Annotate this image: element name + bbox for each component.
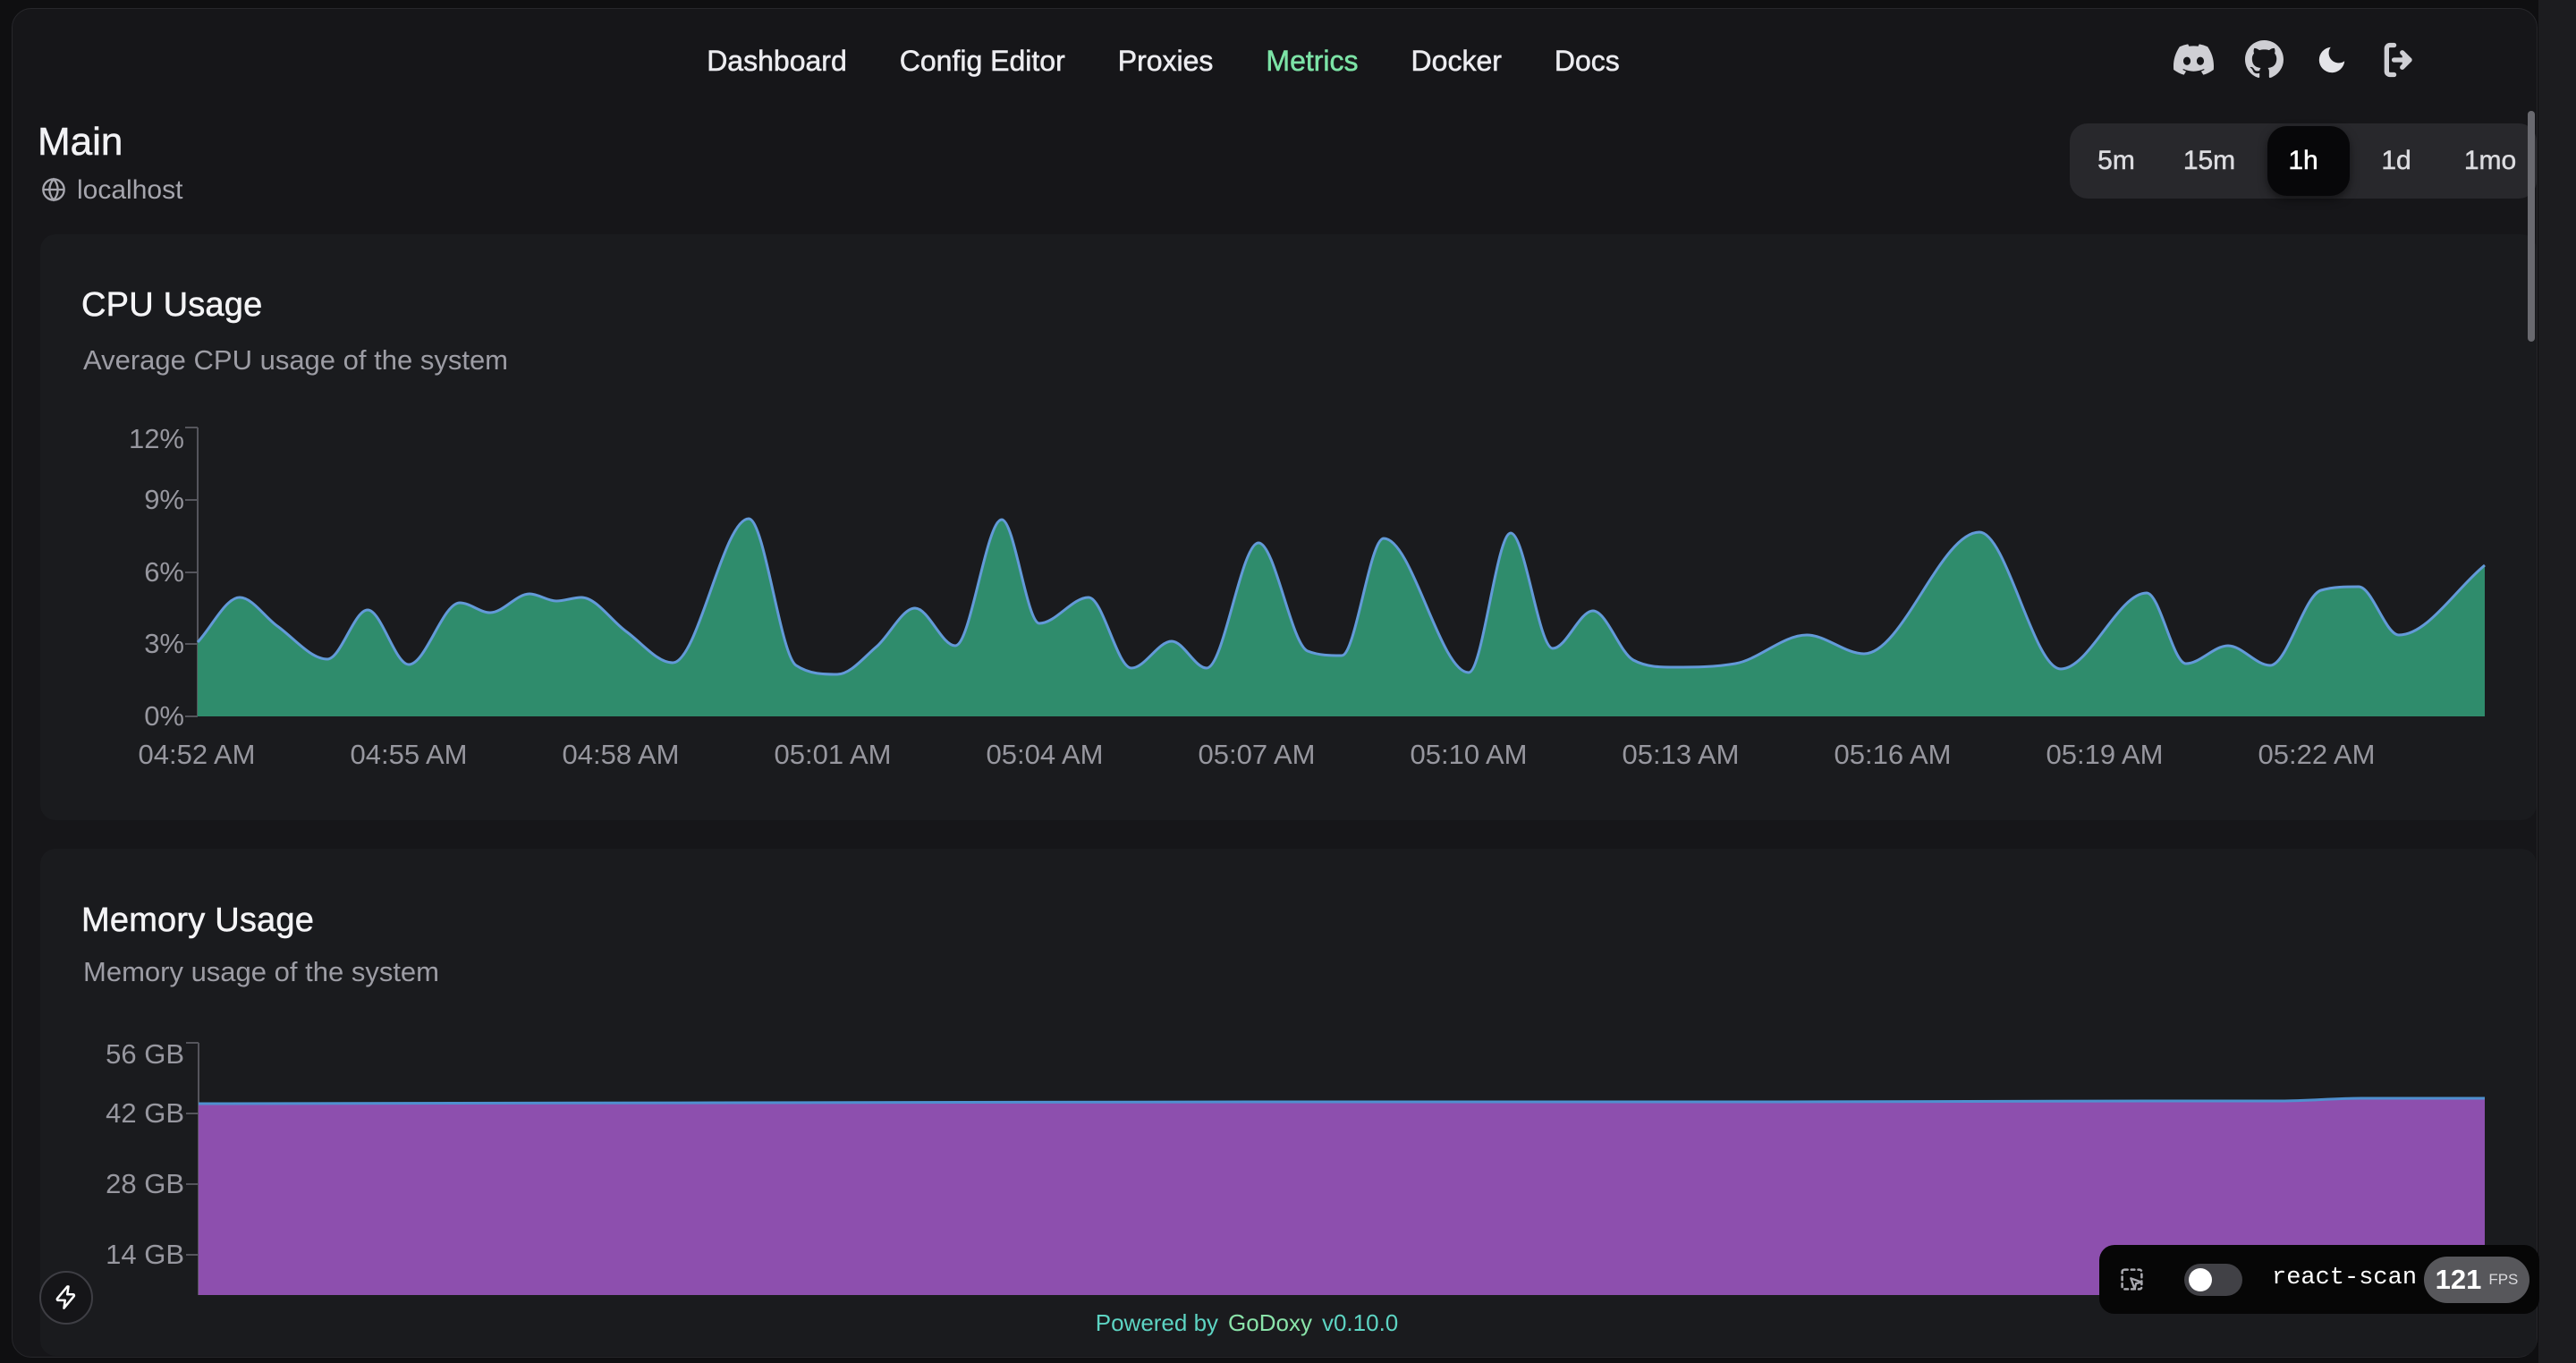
svg-text:42 GB: 42 GB (106, 1097, 184, 1129)
svg-text:04:52 AM: 04:52 AM (139, 739, 256, 770)
svg-text:3%: 3% (144, 628, 184, 659)
svg-text:05:01 AM: 05:01 AM (775, 739, 892, 770)
svg-text:05:22 AM: 05:22 AM (2258, 739, 2376, 770)
svg-text:9%: 9% (144, 484, 184, 515)
svg-text:05:13 AM: 05:13 AM (1623, 739, 1740, 770)
svg-text:05:10 AM: 05:10 AM (1411, 739, 1528, 770)
svg-text:04:55 AM: 04:55 AM (351, 739, 468, 770)
svg-text:0%: 0% (144, 700, 184, 732)
svg-text:05:07 AM: 05:07 AM (1199, 739, 1316, 770)
svg-text:05:19 AM: 05:19 AM (2046, 739, 2164, 770)
svg-text:04:58 AM: 04:58 AM (563, 739, 680, 770)
svg-text:14 GB: 14 GB (106, 1239, 184, 1270)
svg-text:56 GB: 56 GB (106, 1038, 184, 1070)
svg-text:12%: 12% (129, 423, 184, 454)
svg-text:05:04 AM: 05:04 AM (987, 739, 1104, 770)
svg-text:28 GB: 28 GB (106, 1168, 184, 1199)
svg-text:6%: 6% (144, 556, 184, 588)
svg-text:05:16 AM: 05:16 AM (1835, 739, 1952, 770)
